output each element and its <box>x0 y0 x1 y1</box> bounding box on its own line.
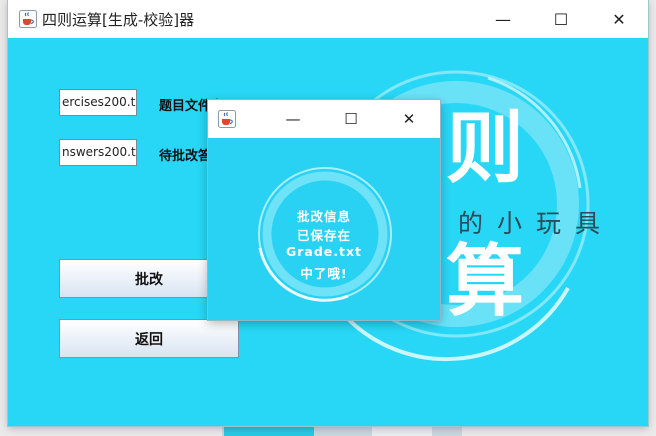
close-button[interactable]: ✕ <box>590 0 648 38</box>
background-window-strip <box>372 426 432 436</box>
dialog-content: 批改信息 已保存在 Grade.txt 中了哦! <box>208 138 440 320</box>
java-cup-icon <box>218 110 236 128</box>
minimize-button[interactable]: — <box>474 0 532 38</box>
java-cup-icon <box>19 10 37 28</box>
minimize-icon: — <box>285 110 301 128</box>
close-icon: ✕ <box>612 9 626 29</box>
dialog-title-bar[interactable]: — ☐ ✕ <box>208 100 440 138</box>
back-button[interactable]: 返回 <box>59 319 239 358</box>
minimize-icon: — <box>495 9 511 29</box>
dialog-message-line-1: 批改信息 <box>296 209 351 224</box>
back-button-label: 返回 <box>135 331 163 348</box>
maximize-button[interactable]: ☐ <box>532 0 590 38</box>
dialog-message-line-3: Grade.txt <box>285 244 363 259</box>
dialog-message-line-4: 中了哦! <box>300 266 348 281</box>
close-icon: ✕ <box>402 110 416 128</box>
maximize-icon: ☐ <box>553 9 569 29</box>
dialog-minimize-button[interactable]: — <box>264 100 322 138</box>
answer-file-input[interactable]: nswers200.txt <box>59 139 137 166</box>
message-dialog: — ☐ ✕ 批改信息 已保存在 Grade.txt 中了哦! <box>208 100 440 320</box>
exercise-file-input[interactable]: ercises200.txt <box>59 89 137 116</box>
dialog-close-button[interactable]: ✕ <box>380 100 438 138</box>
background-char-bottom: 算 <box>446 237 525 327</box>
maximize-icon: ☐ <box>344 110 358 128</box>
background-char-top: 则 <box>446 104 525 194</box>
dialog-message-line-2: 已保存在 <box>296 228 351 243</box>
window-title: 四则运算[生成-校验]器 <box>42 11 195 29</box>
title-bar[interactable]: 四则运算[生成-校验]器 — ☐ ✕ <box>8 0 648 38</box>
background-window-strip <box>224 426 314 436</box>
grade-button-label: 批改 <box>135 271 163 288</box>
dialog-maximize-button[interactable]: ☐ <box>322 100 380 138</box>
background-tagline: 的小玩具 <box>458 209 615 238</box>
